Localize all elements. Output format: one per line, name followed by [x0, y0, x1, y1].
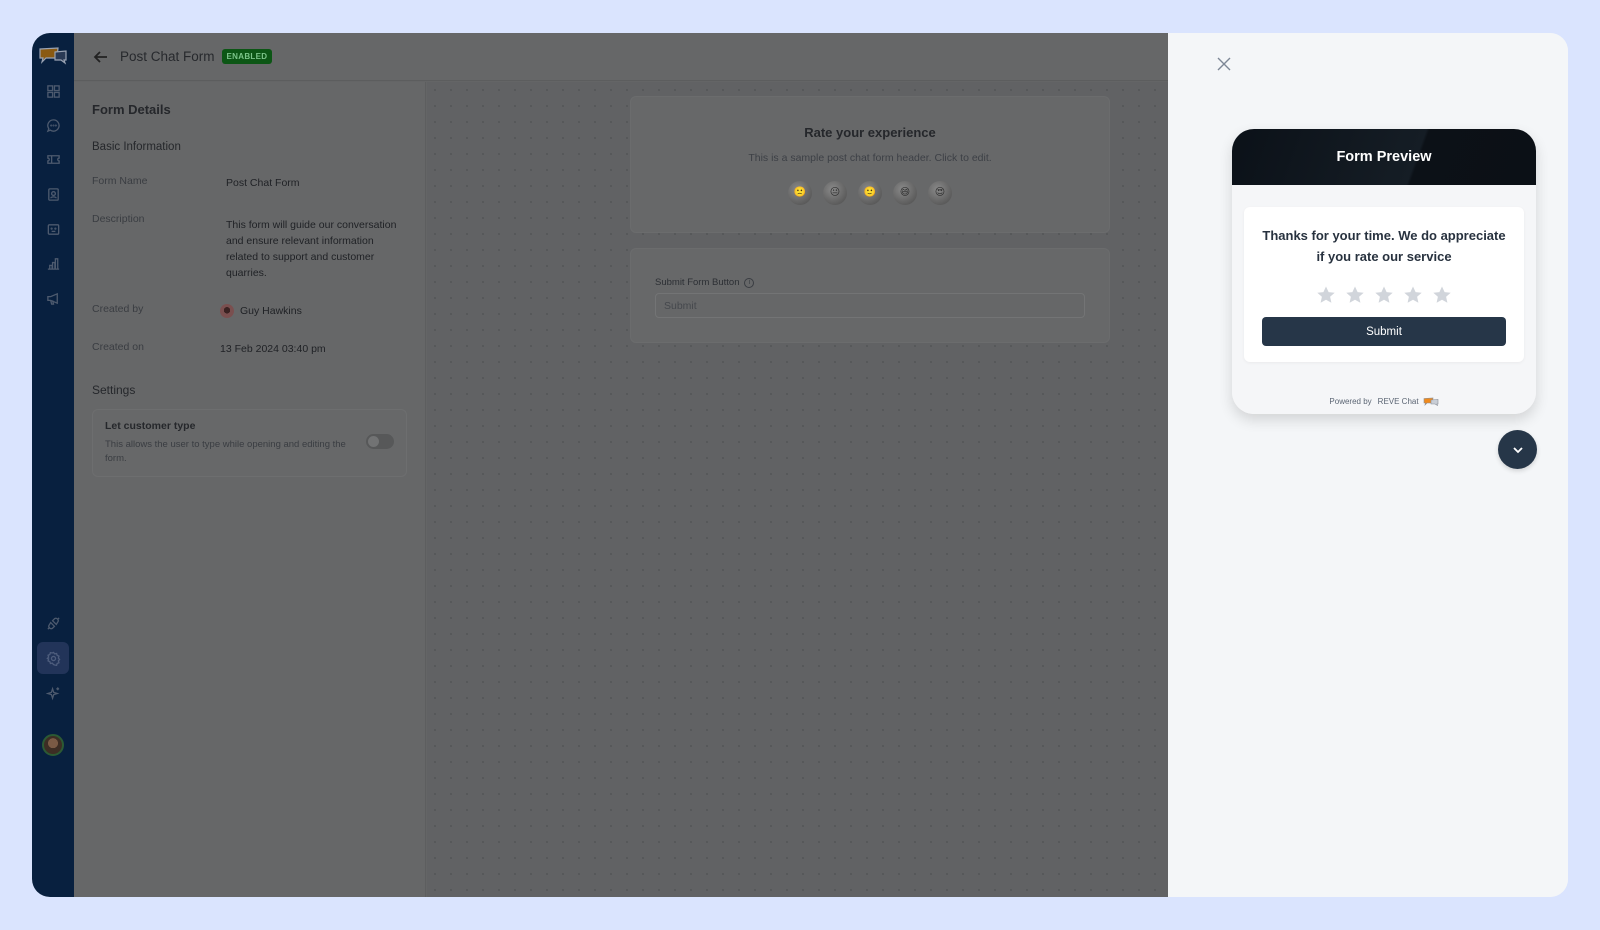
reve-chat-logo[interactable]	[38, 45, 68, 65]
sidebar-item-bots[interactable]	[37, 213, 69, 245]
star-5[interactable]	[1432, 285, 1452, 305]
setting-description: This allows the user to type while openi…	[105, 439, 346, 464]
creator: Guy Hawkins	[220, 303, 395, 319]
basic-info-heading: Basic Information	[92, 141, 181, 153]
star-3[interactable]	[1374, 285, 1394, 305]
star-icon	[1404, 286, 1422, 303]
campaign-icon	[46, 292, 58, 305]
description-row: Description This form will guide our con…	[92, 213, 407, 281]
form-details-panel: Form Details Basic Information Form Name…	[74, 82, 426, 897]
form-editor: Post Chat Form ENABLED Form Details Basi…	[74, 33, 1168, 897]
preview-body: Thanks for your time. We do appreciate i…	[1232, 185, 1536, 414]
submit-field-label: Submit Form Button	[655, 277, 740, 288]
emoji-grin-icon[interactable]: 😄	[893, 181, 917, 205]
brand-name[interactable]: REVE Chat	[1378, 397, 1419, 406]
preview-card: Thanks for your time. We do appreciate i…	[1244, 207, 1524, 362]
star-icon	[1375, 286, 1393, 303]
info-icon[interactable]: i	[744, 277, 755, 288]
created-by-label: Created by	[92, 303, 144, 315]
setting-title: Let customer type	[105, 420, 196, 432]
reve-chat-mini-logo	[1423, 397, 1438, 406]
star-icon	[1317, 286, 1335, 303]
emoji-smile-icon[interactable]: 🙂	[858, 181, 882, 205]
rating-card-title[interactable]: Rate your experience	[631, 125, 1109, 140]
star-4[interactable]	[1403, 285, 1423, 305]
user-avatar[interactable]	[42, 734, 64, 756]
back-button[interactable]	[92, 48, 110, 66]
form-name-value: Post Chat Form	[226, 177, 300, 189]
sidebar-item-dashboard[interactable]	[37, 75, 69, 107]
submit-field-label-row: Submit Form Button i	[655, 277, 1085, 288]
powered-by-label: Powered by	[1329, 397, 1372, 406]
setting-let-customer-type: Let customer type This allows the user t…	[92, 409, 407, 477]
app-window: Post Chat Form ENABLED Form Details Basi…	[32, 33, 1568, 897]
page-header: Post Chat Form ENABLED	[74, 33, 1168, 81]
rating-card-subtitle[interactable]: This is a sample post chat form header. …	[631, 152, 1109, 164]
sidebar-item-tickets[interactable]	[37, 143, 69, 175]
close-preview-button[interactable]	[1216, 56, 1232, 72]
submit-button-card: Submit Form Button i	[630, 248, 1110, 343]
sidebar-item-settings[interactable]	[37, 642, 69, 674]
integrations-icon	[46, 616, 60, 630]
let-customer-type-toggle[interactable]	[366, 434, 394, 449]
emoji-neutral-icon[interactable]: 😐	[823, 181, 847, 205]
created-by-value: Guy Hawkins	[240, 305, 302, 317]
form-preview-panel: Form Preview Thanks for your time. We do…	[1168, 33, 1568, 897]
form-details-heading: Form Details	[92, 102, 171, 117]
form-name-row: Form Name Post Chat Form	[92, 175, 407, 191]
submit-button-text-input[interactable]	[655, 293, 1085, 318]
created-by-row: Created by Guy Hawkins	[92, 303, 407, 319]
preview-widget: Form Preview Thanks for your time. We do…	[1232, 129, 1536, 414]
emoji-love-icon[interactable]: 😍	[928, 181, 952, 205]
rating-header-card[interactable]: Rate your experience This is a sample po…	[630, 96, 1110, 233]
chat-icon	[46, 118, 60, 132]
star-icon	[1433, 286, 1451, 303]
ai-sparkle-icon	[45, 686, 59, 700]
star-1[interactable]	[1316, 285, 1336, 305]
contacts-icon	[47, 187, 59, 201]
created-on-value: 13 Feb 2024 03:40 pm	[220, 343, 326, 355]
sidebar-item-reports[interactable]	[37, 247, 69, 279]
ticket-icon	[46, 154, 60, 164]
bot-icon	[47, 223, 59, 235]
arrow-left-icon	[93, 50, 107, 63]
dashboard-icon	[46, 84, 60, 98]
chevron-down-icon	[1512, 446, 1523, 453]
emoji-sad-icon[interactable]: 🙁	[788, 181, 812, 205]
preview-message: Thanks for your time. We do appreciate i…	[1262, 228, 1506, 264]
form-name-label: Form Name	[92, 175, 148, 187]
powered-by: Powered by REVE Chat	[1232, 397, 1536, 406]
page-title: Post Chat Form	[120, 49, 215, 64]
description-value: This form will guide our conversation an…	[226, 219, 397, 279]
sidebar-item-contacts[interactable]	[37, 178, 69, 210]
star-2[interactable]	[1345, 285, 1365, 305]
settings-icon	[45, 651, 60, 666]
description-label: Description	[92, 213, 145, 225]
reports-icon	[47, 257, 59, 270]
settings-heading: Settings	[92, 383, 136, 397]
sidebar-item-integrations[interactable]	[37, 607, 69, 639]
form-canvas: Rate your experience This is a sample po…	[427, 82, 1168, 897]
minimize-widget-button[interactable]	[1498, 430, 1537, 469]
sidebar-item-campaigns[interactable]	[37, 282, 69, 314]
emoji-rating: 🙁 😐 🙂 😄 😍	[631, 181, 1109, 205]
sidebar-item-ai[interactable]	[37, 677, 69, 709]
status-badge: ENABLED	[221, 49, 273, 64]
created-on-label: Created on	[92, 341, 144, 353]
created-on-row: Created on 13 Feb 2024 03:40 pm	[92, 341, 407, 357]
sidebar-item-chats[interactable]	[37, 109, 69, 141]
preview-submit-button[interactable]: Submit	[1262, 317, 1506, 346]
close-icon	[1217, 57, 1231, 71]
star-icon	[1346, 286, 1364, 303]
preview-header: Form Preview	[1232, 129, 1536, 185]
sidebar	[32, 33, 74, 897]
creator-avatar	[220, 304, 234, 318]
star-rating	[1262, 285, 1506, 305]
